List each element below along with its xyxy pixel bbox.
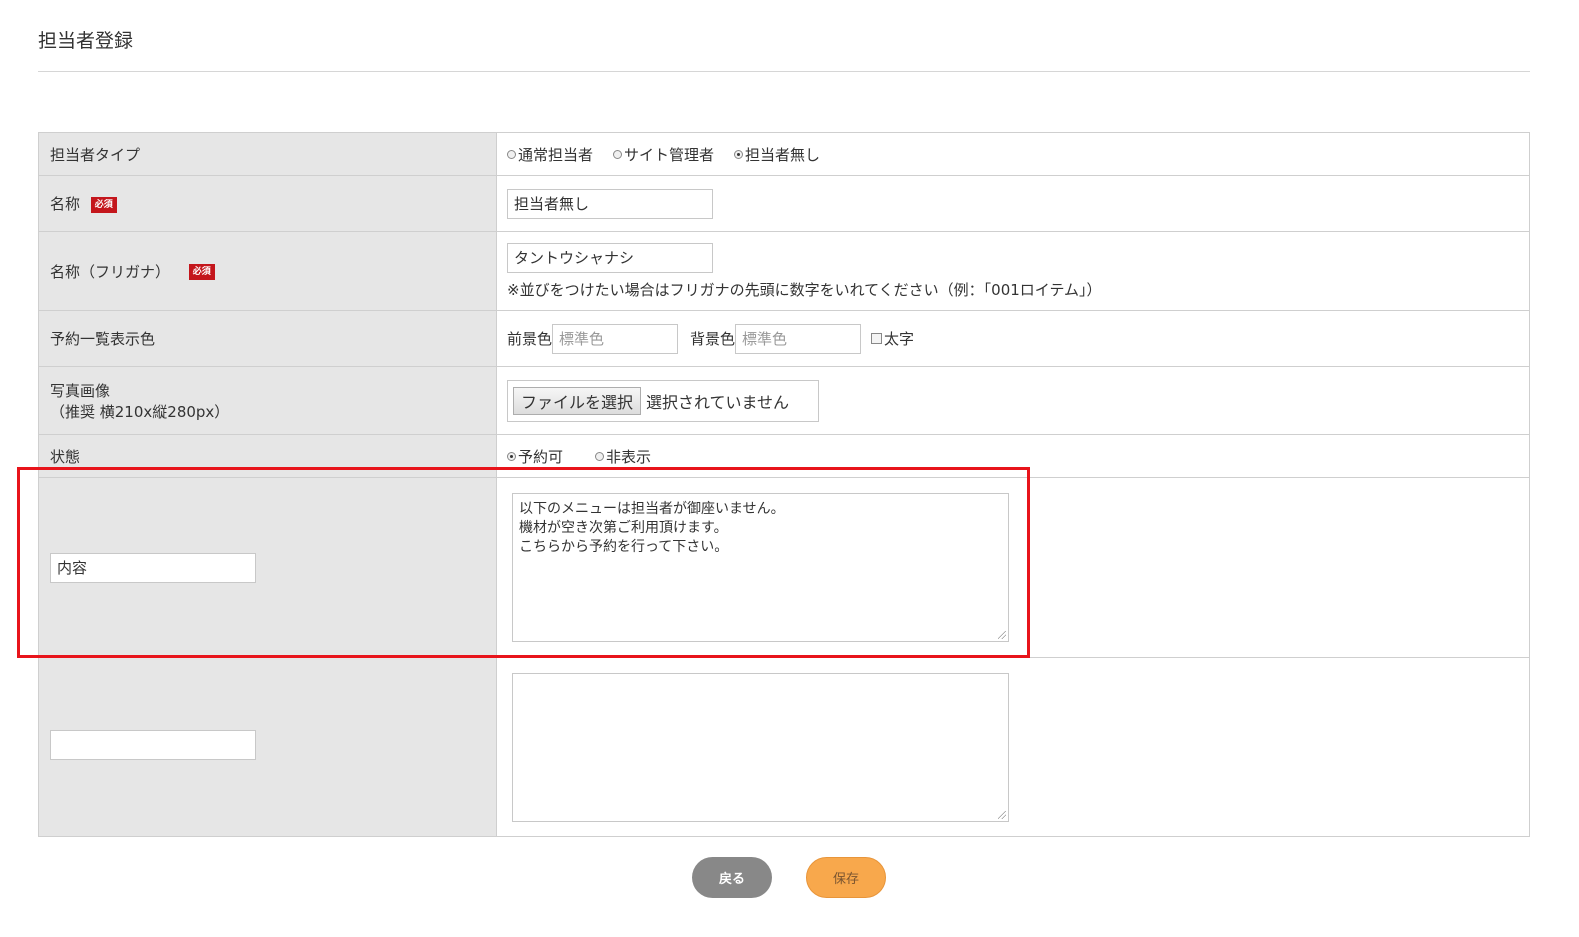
row-display-color: 予約一覧表示色 前景色 標準色 背景色 標準色 太字 bbox=[38, 310, 1530, 367]
radio-hidden[interactable]: 非表示 bbox=[595, 446, 651, 467]
fg-color-label: 前景色 bbox=[507, 330, 553, 348]
content-textarea-2[interactable] bbox=[512, 672, 1009, 822]
radio-button-checked[interactable] bbox=[734, 149, 744, 159]
content-textarea[interactable]: 以下のメニューは担当者が御座いません。 機材が空き次第ご利用頂けます。 こちらか… bbox=[512, 493, 1009, 642]
row-photo: 写真画像 （推奨 横210x縦280px） ファイルを選択 選択されていません bbox=[38, 366, 1530, 435]
bold-label: 太字 bbox=[884, 330, 915, 348]
row-status: 状態 予約可 非表示 bbox=[38, 434, 1530, 478]
save-button[interactable]: 保存 bbox=[806, 857, 886, 898]
staff-type-label: 担当者タイプ bbox=[38, 132, 497, 176]
display-color-label: 予約一覧表示色 bbox=[38, 310, 497, 367]
fg-color-input[interactable]: 標準色 bbox=[552, 323, 679, 354]
radio-button[interactable] bbox=[595, 451, 605, 461]
name-input[interactable]: 担当者無し bbox=[507, 188, 713, 219]
photo-size-note: （推奨 横210x縦280px） bbox=[50, 402, 230, 421]
choose-file-button[interactable]: ファイルを選択 bbox=[513, 386, 642, 415]
bold-checkbox-wrap[interactable]: 太字 bbox=[871, 328, 914, 349]
row-content-1: 内容 以下のメニューは担当者が御座いません。 機材が空き次第ご利用頂けます。 こ… bbox=[38, 477, 1530, 658]
staff-form-table: 担当者タイプ 通常担当者 サイト管理者 担当者無し 名称 必須 担当者無し 名称… bbox=[38, 132, 1530, 837]
radio-normal-staff[interactable]: 通常担当者 bbox=[507, 144, 593, 165]
name-kana-hint: ※並びをつけたい場合はフリガナの先頭に数字をいれてください（例：「001ロイテム… bbox=[507, 280, 1102, 299]
title-divider bbox=[38, 71, 1530, 72]
row-name: 名称 必須 担当者無し bbox=[38, 175, 1530, 232]
status-radio-group: 予約可 非表示 bbox=[507, 446, 1529, 467]
name-kana-input[interactable]: タントウシャナシ bbox=[507, 242, 713, 273]
photo-label: 写真画像 bbox=[50, 381, 111, 400]
file-picker: ファイルを選択 選択されていません bbox=[507, 379, 819, 422]
page-title: 担当者登録 bbox=[38, 30, 134, 52]
radio-button-checked[interactable] bbox=[507, 451, 516, 461]
name-kana-label: 名称（フリガナ） bbox=[50, 262, 171, 281]
bg-color-label: 背景色 bbox=[690, 330, 736, 348]
resize-grip-icon[interactable] bbox=[998, 810, 1006, 819]
radio-no-staff[interactable]: 担当者無し bbox=[734, 144, 820, 165]
radio-button[interactable] bbox=[507, 149, 516, 159]
required-badge: 必須 bbox=[188, 264, 215, 280]
content-key-input-2[interactable] bbox=[50, 730, 256, 760]
bold-checkbox[interactable] bbox=[871, 333, 883, 344]
row-staff-type: 担当者タイプ 通常担当者 サイト管理者 担当者無し bbox=[38, 132, 1530, 176]
radio-bookable[interactable]: 予約可 bbox=[507, 446, 563, 467]
row-content-2 bbox=[38, 657, 1530, 837]
content-key-input[interactable]: 内容 bbox=[50, 552, 256, 583]
required-badge: 必須 bbox=[90, 196, 117, 213]
resize-grip-icon[interactable] bbox=[998, 631, 1006, 639]
row-name-kana: 名称（フリガナ） 必須 タントウシャナシ ※並びをつけたい場合はフリガナの先頭に… bbox=[38, 231, 1530, 311]
back-button[interactable]: 戻る bbox=[692, 857, 772, 898]
radio-site-admin[interactable]: サイト管理者 bbox=[613, 144, 714, 165]
radio-button[interactable] bbox=[613, 149, 623, 159]
bg-color-input[interactable]: 標準色 bbox=[735, 323, 862, 354]
file-status: 選択されていません bbox=[646, 392, 790, 412]
status-label: 状態 bbox=[38, 434, 497, 478]
staff-type-radio-group: 通常担当者 サイト管理者 担当者無し bbox=[507, 144, 1529, 165]
name-label: 名称 bbox=[50, 195, 81, 213]
